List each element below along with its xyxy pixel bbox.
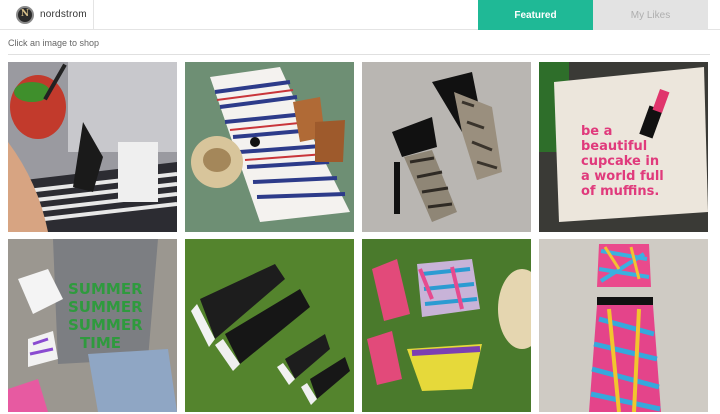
tab-my-likes[interactable]: My Likes bbox=[593, 0, 708, 30]
grid-image-4[interactable]: be a beautiful cupcake in a world full o… bbox=[539, 62, 708, 232]
grid-image-5[interactable]: SUMMER SUMMER SUMMER TIME bbox=[8, 239, 177, 412]
grid-image-7[interactable] bbox=[362, 239, 531, 412]
tab-featured[interactable]: Featured bbox=[478, 0, 593, 30]
grid-image-3[interactable] bbox=[362, 62, 531, 232]
shop-hint: Click an image to shop bbox=[8, 38, 100, 48]
brand[interactable]: N nordstrom bbox=[8, 0, 94, 29]
drink-and-outfit-image bbox=[8, 62, 177, 232]
snakeskin-heels-image bbox=[362, 62, 531, 232]
grid-image-1[interactable] bbox=[8, 62, 177, 232]
tropical-bikini-image bbox=[362, 239, 531, 412]
brand-name: nordstrom bbox=[40, 9, 87, 20]
grid-image-8[interactable] bbox=[539, 239, 708, 412]
divider bbox=[8, 54, 710, 55]
top-bar: N nordstrom Featured My Likes bbox=[0, 0, 720, 30]
nordstrom-logo-icon: N bbox=[16, 5, 34, 24]
converse-sneakers-image bbox=[185, 239, 354, 412]
image-grid: be a beautiful cupcake in a world full o… bbox=[8, 62, 712, 412]
grid-image-6[interactable] bbox=[185, 239, 354, 412]
summer-tank-image: SUMMER SUMMER SUMMER TIME bbox=[8, 239, 177, 412]
tropical-two-piece-image bbox=[539, 239, 708, 412]
cupcake-tote-image: be a beautiful cupcake in a world full o… bbox=[539, 62, 708, 232]
striped-dress-image bbox=[185, 62, 354, 232]
grid-image-2[interactable] bbox=[185, 62, 354, 232]
